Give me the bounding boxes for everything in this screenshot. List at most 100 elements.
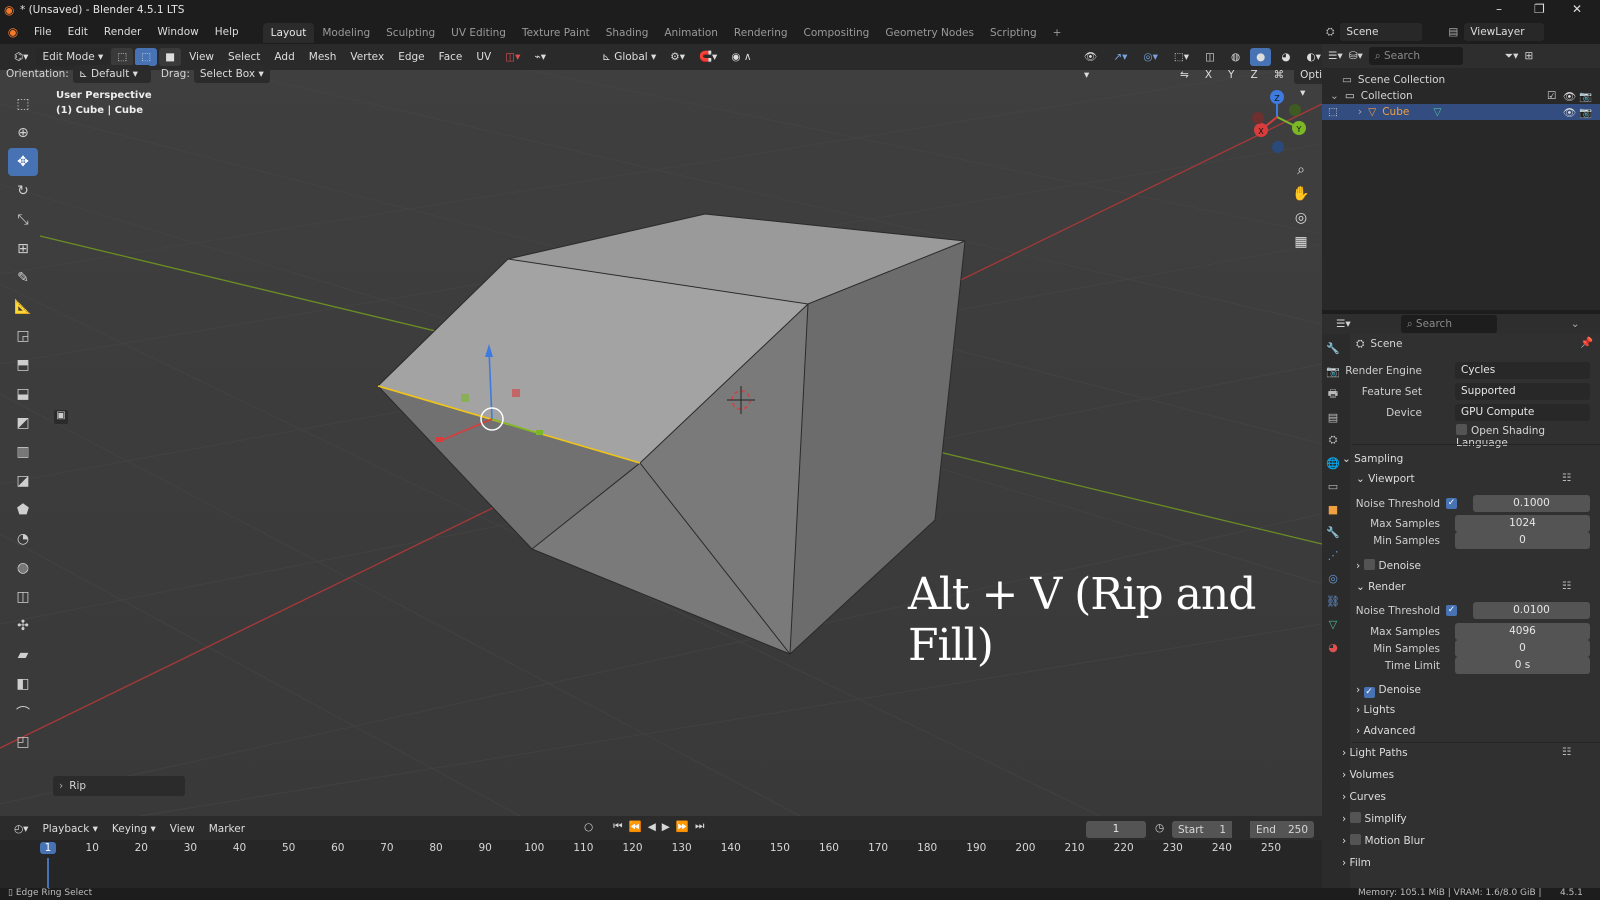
timeline-menu-keying[interactable]: Keying ▾ bbox=[106, 820, 162, 838]
outliner-row-cube[interactable]: ⬚ › ▽ Cube ▽ 👁 📷 bbox=[1322, 104, 1600, 120]
chevron-down-icon[interactable]: ⌄ bbox=[1571, 318, 1580, 330]
outliner-row-scene-collection[interactable]: ▭ Scene Collection bbox=[1322, 72, 1600, 88]
knife-tool-icon[interactable]: ◪ bbox=[8, 467, 38, 495]
mirror-icon[interactable]: ⇋ bbox=[1174, 66, 1195, 84]
viewport-subsection-header[interactable]: ⌄ Viewport bbox=[1356, 469, 1415, 489]
tab-uv-editing[interactable]: UV Editing bbox=[443, 23, 514, 43]
view-layer-selector[interactable]: ViewLayer bbox=[1464, 23, 1545, 41]
pan-hand-icon[interactable]: ✋ bbox=[1289, 182, 1313, 206]
tab-layout[interactable]: Layout bbox=[262, 23, 315, 43]
wireframe-shading-icon[interactable]: ◍ bbox=[1225, 48, 1246, 66]
display-mode-icon[interactable]: ⛁▾ bbox=[1349, 50, 1363, 62]
end-frame-field[interactable]: End 250 bbox=[1250, 821, 1314, 838]
uv-sync-icon[interactable]: ◫▾ bbox=[499, 48, 526, 66]
cube-render-icon[interactable]: 📷 bbox=[1579, 106, 1592, 119]
add-cube-tool-icon[interactable]: ◲ bbox=[8, 322, 38, 350]
jump-start-icon[interactable]: ⏮ bbox=[613, 820, 622, 833]
maximize-icon[interactable]: ❐ bbox=[1534, 2, 1545, 16]
mode-selector[interactable]: Edit Mode ▾ bbox=[36, 48, 110, 66]
edit-mode-icon[interactable]: ⬚ bbox=[1328, 106, 1338, 118]
sampling-section-header[interactable]: ⌄ Sampling bbox=[1342, 449, 1403, 469]
tab-sculpting[interactable]: Sculpting bbox=[378, 23, 443, 43]
play-icon[interactable]: ▶ bbox=[662, 821, 670, 833]
chevron-right-icon[interactable]: › bbox=[1358, 106, 1362, 118]
scene-selector[interactable]: Scene bbox=[1340, 23, 1423, 41]
menu-window[interactable]: Window bbox=[149, 20, 206, 44]
r-time-limit-field[interactable]: 0 s bbox=[1455, 657, 1590, 674]
spin-tool-icon[interactable]: ◔ bbox=[8, 525, 38, 553]
header-menu-mesh[interactable]: Mesh bbox=[303, 48, 343, 66]
tab-modeling[interactable]: Modeling bbox=[314, 23, 378, 43]
properties-editor-icon[interactable]: ☰▾ bbox=[1336, 318, 1351, 330]
frame-ruler[interactable]: 1 10 20 30 40 50 60 70 80 90 100 110 120 130 140 150 160… bbox=[0, 842, 1322, 858]
mesh-overlay-icon[interactable]: ⬚▾ bbox=[1168, 48, 1195, 66]
cursor-tool-icon[interactable]: ⊕ bbox=[8, 119, 38, 147]
menu-render[interactable]: Render bbox=[96, 20, 149, 44]
world-tab-icon[interactable]: 🌐 bbox=[1323, 453, 1343, 473]
render-subsection-header[interactable]: ⌄ Render bbox=[1356, 577, 1406, 597]
advanced-subsection[interactable]: › Advanced bbox=[1356, 721, 1415, 741]
new-collection-icon[interactable]: ⊞ bbox=[1524, 50, 1533, 62]
osl-checkbox[interactable]: Open Shading Language bbox=[1456, 424, 1596, 449]
presets-icon[interactable]: ☷ bbox=[1562, 472, 1571, 484]
r-noise-threshold-field[interactable]: 0.0100 bbox=[1473, 602, 1590, 619]
loop-cut-tool-icon[interactable]: ▥ bbox=[8, 438, 38, 466]
solid-shading-icon[interactable]: ● bbox=[1250, 48, 1272, 66]
smooth-tool-icon[interactable]: ◍ bbox=[8, 554, 38, 582]
timeline-menu-playback[interactable]: Playback ▾ bbox=[36, 820, 103, 838]
xray-toggle-icon[interactable]: ◫ bbox=[1199, 48, 1221, 66]
header-menu-vertex[interactable]: Vertex bbox=[344, 48, 390, 66]
playhead[interactable] bbox=[47, 858, 49, 888]
snap-options-icon[interactable]: ⌁▾ bbox=[528, 48, 552, 66]
camera-view-icon[interactable]: ◎ bbox=[1289, 206, 1313, 230]
tab-scripting[interactable]: Scripting bbox=[982, 23, 1045, 43]
mirror-y-toggle[interactable]: Y bbox=[1222, 66, 1240, 84]
pivot-icon[interactable]: ⚙▾ bbox=[664, 48, 691, 66]
light-paths-section[interactable]: › Light Paths bbox=[1342, 743, 1408, 763]
viewport-canvas[interactable]: Z Y X bbox=[0, 64, 1322, 816]
gizmo-toggle-icon[interactable]: ↗▾ bbox=[1107, 48, 1133, 66]
measure-tool-icon[interactable]: 📐 bbox=[8, 293, 38, 321]
poly-build-tool-icon[interactable]: ⬟ bbox=[8, 496, 38, 524]
render-engine-dropdown[interactable]: Cycles bbox=[1455, 362, 1590, 379]
curve-tool-icon[interactable]: ⌒ bbox=[8, 699, 38, 727]
orientation-selector[interactable]: ⊾ Default ▾ bbox=[72, 65, 151, 83]
last-operator-panel[interactable]: › Rip bbox=[53, 776, 185, 796]
outliner-row-collection[interactable]: ⌄ ▭ Collection ☑ 👁 📷 bbox=[1322, 88, 1600, 104]
feature-set-dropdown[interactable]: Supported bbox=[1455, 383, 1590, 400]
transform-tool-icon[interactable]: ⊞ bbox=[8, 235, 38, 263]
edge-slide-tool-icon[interactable]: ◫ bbox=[8, 583, 38, 611]
header-menu-select[interactable]: Select bbox=[222, 48, 266, 66]
device-dropdown[interactable]: GPU Compute bbox=[1455, 404, 1590, 421]
edge-select-icon[interactable]: ⬚ bbox=[135, 48, 158, 66]
3d-viewport[interactable]: Z Y X User Perspective (1) Cube | Cube A… bbox=[0, 64, 1322, 816]
minimize-icon[interactable]: – bbox=[1496, 2, 1502, 16]
r-denoise-subsection[interactable]: › ✓ Denoise bbox=[1356, 680, 1421, 700]
curves-section[interactable]: › Curves bbox=[1342, 787, 1386, 807]
filter-icon[interactable]: ⏷▾ bbox=[1505, 50, 1519, 63]
scene-tab-icon[interactable]: ⛭ bbox=[1323, 430, 1343, 450]
motion-blur-section[interactable]: › Motion Blur bbox=[1342, 831, 1425, 851]
annotate-tool-icon[interactable]: ✎ bbox=[8, 264, 38, 292]
tab-geometry-nodes[interactable]: Geometry Nodes bbox=[877, 23, 982, 43]
menu-edit[interactable]: Edit bbox=[60, 20, 96, 44]
pin-icon[interactable]: 📌 bbox=[1580, 336, 1593, 349]
film-section[interactable]: › Film bbox=[1342, 853, 1371, 873]
r-min-samples-field[interactable]: 0 bbox=[1455, 640, 1590, 657]
move-tool-icon[interactable]: ✥ bbox=[8, 148, 38, 176]
r-max-samples-field[interactable]: 4096 bbox=[1455, 623, 1590, 640]
mirror-z-toggle[interactable]: Z bbox=[1244, 66, 1263, 84]
simplify-section[interactable]: › Simplify bbox=[1342, 809, 1407, 829]
inset-tool-icon[interactable]: ⬓ bbox=[8, 380, 38, 408]
outliner-search-input[interactable]: ⌕ Search bbox=[1368, 47, 1463, 65]
r-noise-threshold-checkbox[interactable]: ✓ bbox=[1446, 605, 1457, 616]
zoom-icon[interactable]: ⌕ bbox=[1289, 158, 1313, 182]
tool-tab-icon[interactable]: 🔧 bbox=[1323, 338, 1343, 358]
rip-region-tool-icon[interactable]: ◧ bbox=[8, 670, 38, 698]
bevel-tool-icon[interactable]: ◩ bbox=[8, 409, 38, 437]
header-menu-edge[interactable]: Edge bbox=[392, 48, 430, 66]
start-frame-field[interactable]: Start 1 bbox=[1172, 821, 1232, 838]
sidebar-toggle-icon[interactable]: ▣ bbox=[54, 410, 68, 424]
collection-checkbox[interactable]: ☑ bbox=[1547, 90, 1556, 102]
outliner-editor-icon[interactable]: ☰▾ bbox=[1328, 50, 1343, 62]
